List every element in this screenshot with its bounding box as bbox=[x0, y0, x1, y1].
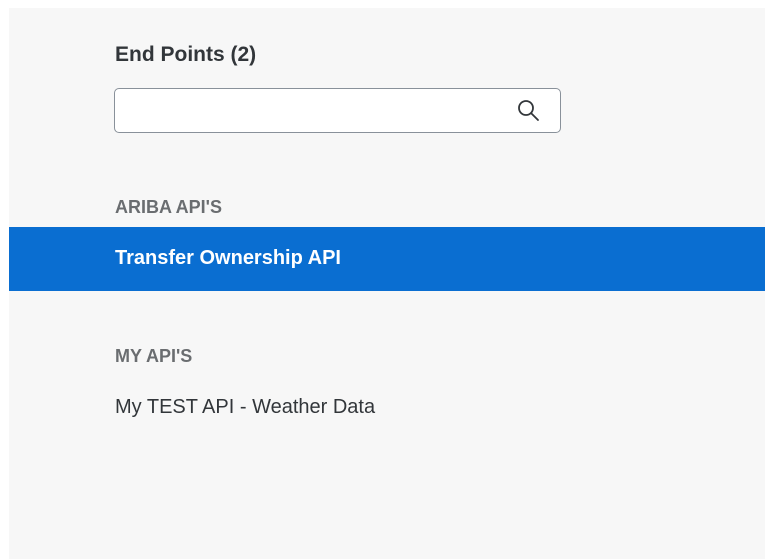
group-header-ariba-apis: ARIBA API'S bbox=[115, 197, 222, 217]
endpoint-item-my-test-api-weather-data[interactable]: My TEST API - Weather Data bbox=[9, 376, 765, 440]
endpoint-item-transfer-ownership-api[interactable]: Transfer Ownership API bbox=[9, 227, 765, 291]
search-icon[interactable] bbox=[516, 98, 542, 124]
endpoint-item-label: My TEST API - Weather Data bbox=[115, 396, 376, 418]
search-input[interactable] bbox=[115, 89, 505, 132]
search-field[interactable] bbox=[114, 88, 561, 133]
group-header-my-apis: MY API'S bbox=[115, 346, 193, 366]
endpoints-title: End Points (2) bbox=[115, 43, 257, 66]
endpoint-item-label: Transfer Ownership API bbox=[115, 247, 341, 269]
endpoints-panel: End Points (2) ARIBA API'S Transfer Owne… bbox=[9, 8, 765, 559]
